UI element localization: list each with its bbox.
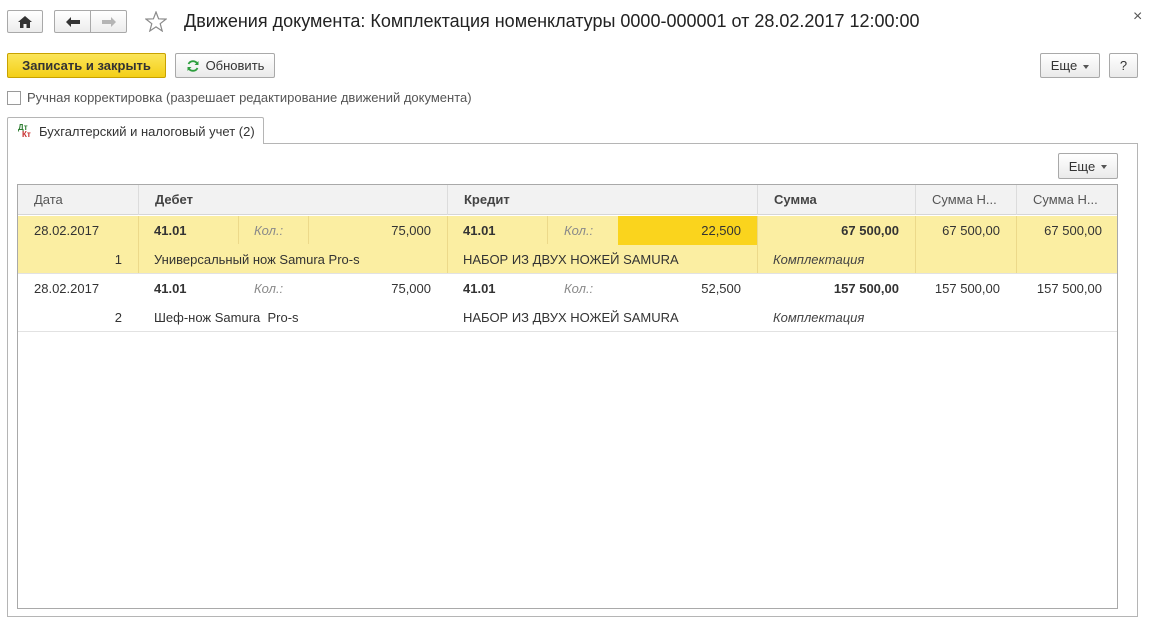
forward-button[interactable]: [90, 10, 127, 33]
home-button[interactable]: [7, 10, 43, 33]
row-content: Комплектация: [773, 252, 865, 267]
manual-edit-row[interactable]: Ручная корректировка (разрешает редактир…: [7, 90, 472, 105]
save-and-close-button[interactable]: Записать и закрыть: [7, 53, 166, 78]
row-sum-nu-2: 157 500,00: [1036, 281, 1102, 296]
dt-kt-icon: Дт Кт: [18, 123, 31, 139]
column-date[interactable]: Дата: [18, 185, 138, 215]
row-credit-qty-label: Кол.:: [564, 281, 594, 296]
column-sum[interactable]: Сумма: [757, 185, 915, 215]
star-icon[interactable]: [145, 11, 167, 32]
row-debit-account: 41.01: [154, 281, 187, 296]
row-debit-subconto: Шеф-нож Samura Pro-s: [154, 310, 299, 325]
manual-edit-checkbox[interactable]: [7, 90, 21, 105]
close-icon[interactable]: ×: [1133, 9, 1142, 25]
row-debit-qty: 75,000: [391, 281, 431, 296]
row-credit-subconto: НАБОР ИЗ ДВУХ НОЖЕЙ SAMURA: [463, 310, 679, 325]
row-content: Комплектация: [773, 310, 865, 325]
row-debit-qty: 75,000: [391, 223, 431, 238]
tab-accounting[interactable]: Дт Кт Бухгалтерский и налоговый учет (2): [7, 117, 264, 144]
column-sum-nu-1[interactable]: Сумма Н...: [915, 185, 1016, 215]
panel-more-button[interactable]: Еще: [1058, 153, 1118, 179]
arrow-right-icon: [101, 16, 116, 27]
row-credit-account: 41.01: [463, 223, 496, 238]
movements-table[interactable]: Дата Дебет Кредит Сумма Сумма Н... Сумма…: [17, 184, 1118, 609]
refresh-button[interactable]: Обновить: [175, 53, 275, 78]
refresh-label: Обновить: [205, 58, 265, 73]
row-sum: 67 500,00: [841, 223, 899, 238]
row-debit-subconto: Универсальный нож Samura Pro-s: [154, 252, 360, 267]
tab-accounting-label: Бухгалтерский и налоговый учет (2): [39, 123, 255, 139]
row-credit-qty: 52,500: [701, 281, 741, 296]
help-button[interactable]: ?: [1109, 53, 1138, 78]
row-debit-qty-label: Кол.:: [254, 223, 284, 238]
row-debit-qty-label: Кол.:: [254, 281, 284, 296]
column-credit[interactable]: Кредит: [447, 185, 757, 215]
manual-edit-label: Ручная корректировка (разрешает редактир…: [27, 90, 472, 105]
row-sum-nu-2: 67 500,00: [1044, 223, 1102, 238]
column-debit[interactable]: Дебет: [138, 185, 447, 215]
back-button[interactable]: [54, 10, 91, 33]
home-icon: [18, 15, 32, 28]
arrow-left-icon: [65, 16, 80, 27]
row-number: 2: [114, 310, 122, 325]
refresh-icon: [187, 59, 199, 72]
row-sum-nu-1: 157 500,00: [934, 281, 1000, 296]
chevron-down-icon: [1101, 165, 1108, 169]
row-date: 28.02.2017: [34, 223, 100, 238]
more-button[interactable]: Еще: [1040, 53, 1100, 78]
row-credit-qty-label: Кол.:: [564, 223, 594, 238]
panel-more-label: Еще: [1068, 158, 1096, 174]
row-credit-account: 41.01: [463, 281, 496, 296]
more-label: Еще: [1050, 58, 1078, 73]
row-number: 1: [114, 252, 122, 267]
window-title: Движения документа: Комплектация номенкл…: [184, 11, 920, 31]
row-sum-nu-1: 67 500,00: [942, 223, 1000, 238]
row-date: 28.02.2017: [34, 281, 100, 296]
row-credit-subconto: НАБОР ИЗ ДВУХ НОЖЕЙ SAMURA: [463, 252, 679, 267]
table-header: Дата Дебет Кредит Сумма Сумма Н... Сумма…: [18, 185, 1117, 215]
row-sum: 157 500,00: [833, 281, 899, 296]
column-sum-nu-2[interactable]: Сумма Н...: [1016, 185, 1117, 215]
row-debit-account: 41.01: [154, 223, 187, 238]
chevron-down-icon: [1083, 64, 1090, 69]
row-credit-qty[interactable]: 22,500: [618, 216, 741, 245]
